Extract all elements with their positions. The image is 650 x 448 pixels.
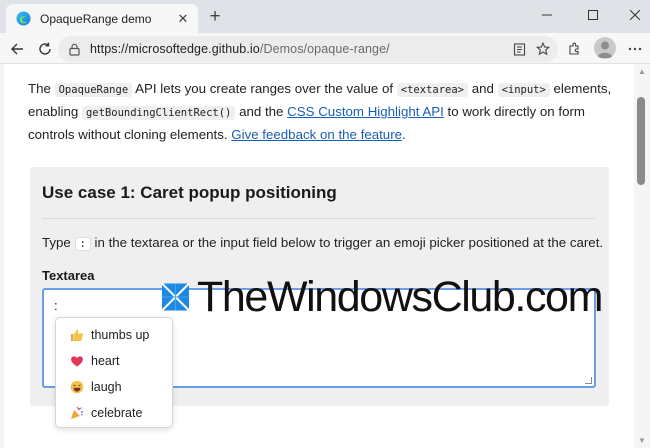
feedback-link[interactable]: Give feedback on the feature: [231, 127, 402, 142]
url-host: https://microsoftedge.github.io: [90, 42, 260, 56]
address-bar[interactable]: https://microsoftedge.github.io/Demos/op…: [58, 36, 558, 62]
page-scrollbar[interactable]: ▲ ▼: [634, 64, 650, 448]
use-case-title: Use case 1: Caret popup positioning: [42, 183, 337, 202]
intro-paragraph: The OpaqueRange API lets you create rang…: [28, 81, 612, 142]
code-opaquerange: OpaqueRange: [54, 83, 133, 97]
more-options-icon[interactable]: [624, 38, 646, 60]
code-colon: :: [74, 237, 91, 251]
new-tab-icon[interactable]: +: [204, 6, 226, 28]
scroll-down-icon[interactable]: ▼: [637, 436, 647, 446]
windows-logo-icon: [162, 282, 190, 312]
emoji-picker-popup: thumbs up heart laugh celebrate: [55, 317, 173, 428]
laugh-icon: [70, 380, 84, 394]
code-textarea: <textarea>: [396, 83, 468, 97]
textarea-label: Textarea: [42, 268, 95, 283]
css-custom-highlight-link[interactable]: CSS Custom Highlight API: [287, 104, 444, 119]
heart-icon: [70, 354, 84, 368]
minimize-icon[interactable]: [532, 4, 562, 26]
watermark-text: TheWindowsClub.com: [197, 272, 603, 321]
favorite-star-icon[interactable]: [532, 38, 554, 60]
reading-view-icon[interactable]: [508, 38, 530, 60]
scroll-up-icon[interactable]: ▲: [637, 67, 647, 77]
emoji-label: thumbs up: [91, 328, 150, 342]
emoji-option-laugh[interactable]: laugh: [70, 377, 122, 397]
code-getboundingclientrect: getBoundingClientRect(): [81, 106, 236, 120]
site-info-icon[interactable]: [68, 43, 81, 56]
emoji-label: heart: [91, 354, 120, 368]
tab-opaquerange-demo[interactable]: OpaqueRange demo ✕: [6, 4, 198, 33]
tab-strip: OpaqueRange demo ✕ +: [0, 0, 650, 33]
emoji-label: celebrate: [91, 406, 143, 420]
url-text: https://microsoftedge.github.io/Demos/op…: [90, 42, 390, 56]
page-content: The OpaqueRange API lets you create rang…: [4, 64, 634, 448]
back-arrow-icon[interactable]: [6, 38, 28, 60]
tab-title: OpaqueRange demo: [40, 11, 152, 26]
emoji-option-heart[interactable]: heart: [70, 351, 120, 371]
emoji-option-thumbs-up[interactable]: thumbs up: [70, 325, 149, 345]
scrollbar-thumb[interactable]: [637, 97, 645, 185]
tab-close-icon[interactable]: ✕: [172, 8, 194, 30]
browser-toolbar: https://microsoftedge.github.io/Demos/op…: [0, 33, 650, 64]
edge-icon: [16, 11, 31, 26]
emoji-label: laugh: [91, 380, 122, 394]
emoji-option-celebrate[interactable]: celebrate: [70, 403, 142, 423]
resize-handle[interactable]: [585, 377, 592, 384]
maximize-icon[interactable]: [578, 4, 608, 26]
extensions-icon[interactable]: [563, 38, 585, 60]
close-window-icon[interactable]: [620, 4, 650, 26]
thumbs-up-icon: [70, 328, 84, 342]
use-case-description: Type : in the textarea or the input fiel…: [42, 235, 604, 251]
textarea-value: :: [54, 298, 58, 313]
party-popper-icon: [70, 406, 84, 420]
watermark: TheWindowsClub.com: [162, 272, 603, 322]
code-input: <input>: [497, 83, 550, 97]
profile-avatar[interactable]: [594, 37, 616, 59]
refresh-icon[interactable]: [34, 38, 56, 60]
divider: [42, 218, 595, 219]
url-path: /Demos/opaque-range/: [259, 42, 390, 56]
